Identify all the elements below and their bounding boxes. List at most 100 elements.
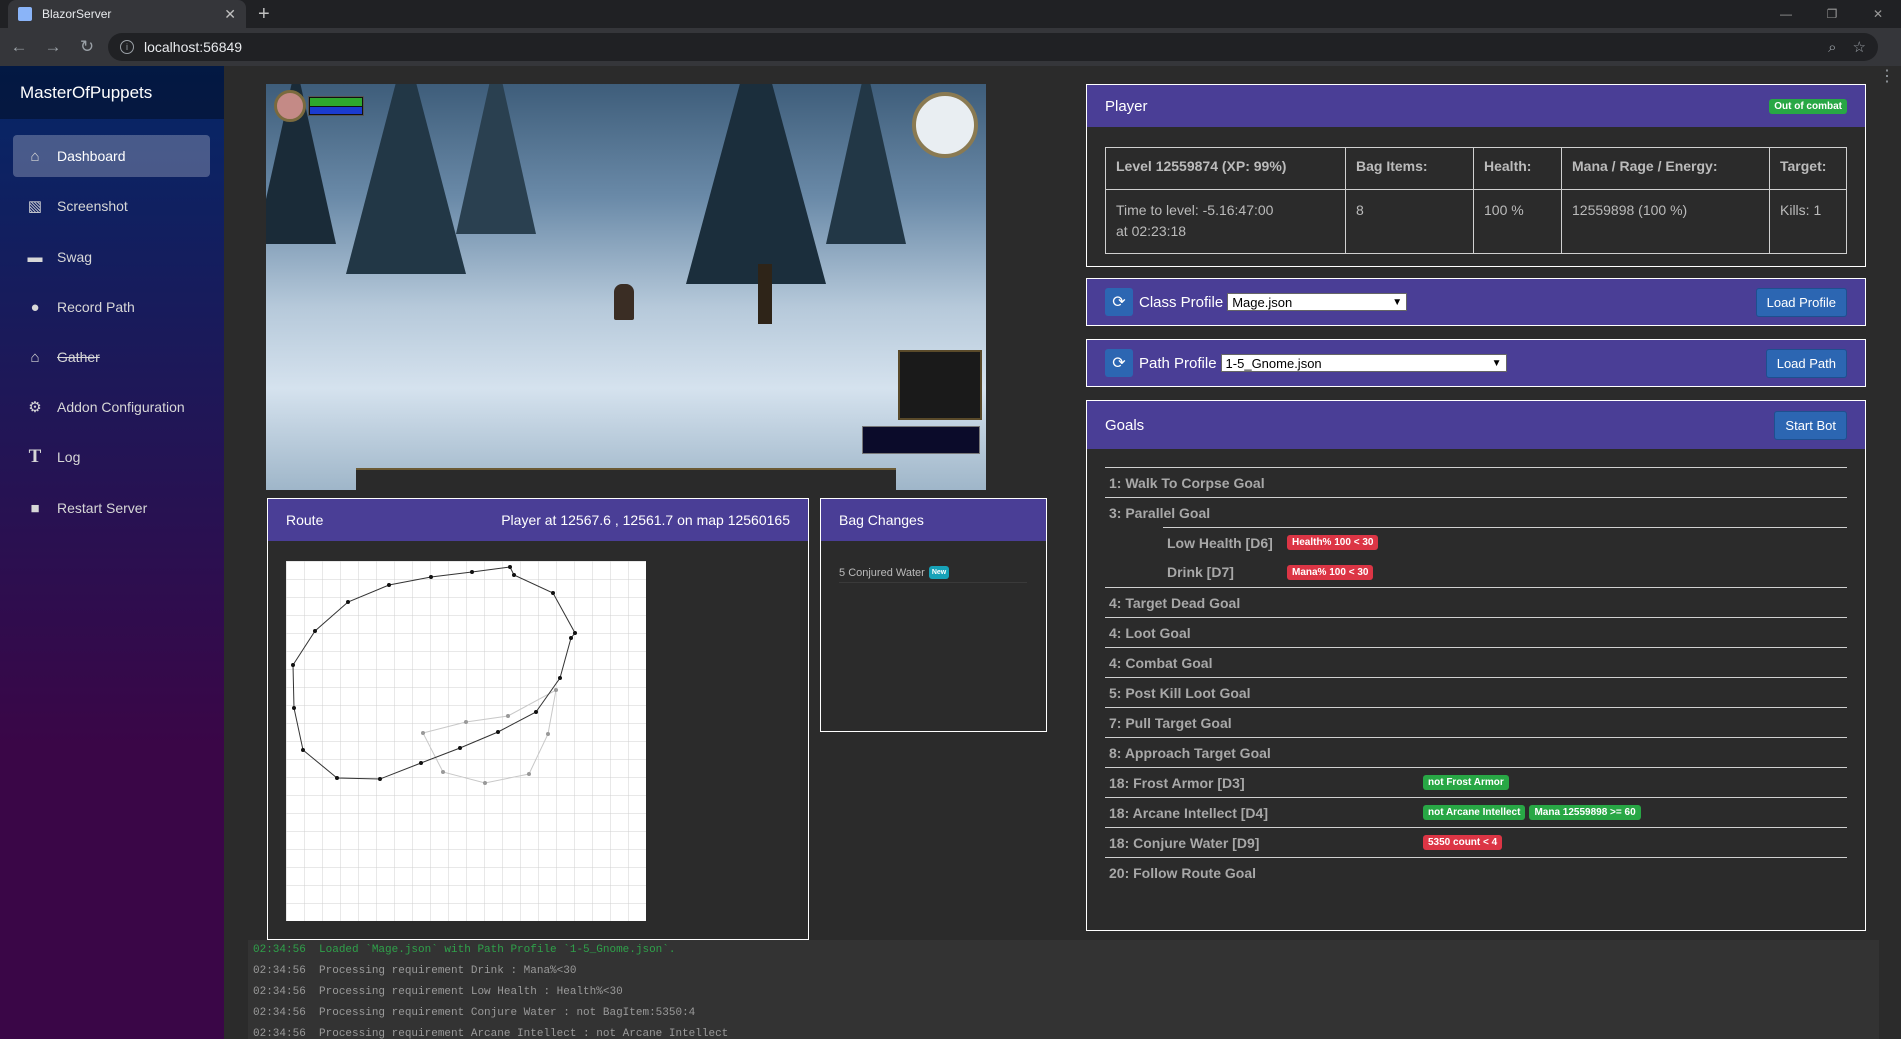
sidebar-item-restart-server[interactable]: ■ Restart Server [13,487,210,529]
bag-changes-panel: Bag Changes 5 Conjured Water New [820,498,1047,732]
class-profile-value: Mage.json [1232,294,1293,310]
bag-change-item: 5 Conjured Water New [839,563,1027,583]
restore-icon[interactable]: ❐ [1809,0,1855,28]
bag-changes-header: Bag Changes [821,499,1046,541]
log-text: Processing requirement Arcane Intellect … [319,1028,729,1039]
browser-tab-strip: BlazorServer ✕ + — ❐ ✕ [0,0,1901,28]
goal-row: 18: Conjure Water [D9] 5350 count < 4 [1105,827,1847,857]
goal-name: 5: Post Kill Loot Goal [1109,684,1251,701]
refresh-class-icon[interactable]: ⟳ [1105,288,1133,316]
mana-header: Mana / Rage / Energy: [1561,147,1770,190]
log-console: 02:34:56 Loaded `Mage.json` with Path Pr… [248,940,1879,1039]
log-text: Processing requirement Low Health : Heal… [319,986,623,998]
sidebar-item-record-path[interactable]: ● Record Path [13,286,210,328]
unit-frame-bars [308,96,364,116]
goal-name: 8: Approach Target Goal [1109,744,1271,761]
item-tooltip [862,426,980,454]
secondary-route-waypoint [527,772,531,776]
sidebar-item-gather[interactable]: ⌂ Gather [13,336,210,378]
parallel-subgoal-row: Drink [D7] Mana% 100 < 30 [1163,557,1847,587]
log-text: Processing requirement Drink : Mana%<30 [319,965,577,977]
address-bar[interactable]: i localhost:56849 ⌕ ☆ [108,33,1878,61]
wallet-icon: ▬ [27,248,43,266]
bag-items-header: Bag Items: [1345,147,1474,190]
path-profile-select[interactable]: 1-5_Gnome.json ▼ [1220,354,1507,372]
browser-menu-icon[interactable]: ⋮ [1879,66,1895,86]
route-path-waypoint [512,573,516,577]
bag-item-count: 5 [839,566,846,579]
new-tab-icon[interactable]: + [258,3,270,26]
sidebar-item-screenshot[interactable]: ▧ Screenshot [13,185,210,227]
route-path-waypoint [470,570,474,574]
zoom-icon[interactable]: ⌕ [1828,39,1836,56]
load-path-button[interactable]: Load Path [1765,348,1847,378]
health-value: 100 % [1473,189,1562,254]
bag-items-value: 8 [1345,189,1474,254]
goal-row: 1: Walk To Corpse Goal [1105,467,1847,497]
log-time: 02:34:56 [253,944,306,956]
close-tab-icon[interactable]: ✕ [224,6,236,23]
goal-name: 3: Parallel Goal [1109,504,1211,521]
log-time: 02:34:56 [253,1007,306,1019]
class-profile-label: Class Profile [1139,293,1224,311]
route-path-waypoint [458,746,462,750]
back-icon[interactable]: ← [4,37,34,57]
chevron-down-icon: ▼ [1392,296,1403,308]
sidebar-item-label: Record Path [57,299,135,315]
tree [826,84,906,244]
log-time: 02:34:56 [253,986,306,998]
new-badge: New [928,566,950,579]
bookmark-star-icon[interactable]: ☆ [1853,38,1866,56]
start-bot-button[interactable]: Start Bot [1774,410,1847,440]
goal-name: 18: Conjure Water [D9] [1109,834,1260,851]
class-profile-header: ⟳ Class Profile Mage.json ▼ Load Profile [1087,279,1865,325]
log-line: 02:34:56 Processing requirement Low Heal… [253,982,1879,1003]
secondary-route-waypoint [546,732,550,736]
sidebar-item-addon-configuration[interactable]: ⚙ Addon Configuration [13,386,210,428]
route-path-waypoint [346,600,350,604]
goal-row: 18: Frost Armor [D3] not Frost Armor [1105,767,1847,797]
player-location: Player at 12567.6 , 12561.7 on map 12560… [501,512,790,528]
sidebar-item-dashboard[interactable]: ⌂ Dashboard [13,135,210,177]
log-time: 02:34:56 [253,965,306,977]
log-line: 02:34:56 Loaded `Mage.json` with Path Pr… [253,940,1879,961]
class-profile-select[interactable]: Mage.json ▼ [1227,293,1408,311]
minimize-icon[interactable]: — [1763,0,1809,28]
forward-icon[interactable]: → [38,37,68,57]
route-panel: Route Player at 12567.6 , 12561.7 on map… [267,498,809,940]
goal-row: 7: Pull Target Goal [1105,707,1847,737]
route-path-waypoint [313,629,317,633]
load-profile-button[interactable]: Load Profile [1755,287,1847,317]
close-window-icon[interactable]: ✕ [1855,0,1901,28]
goal-name: 20: Follow Route Goal [1109,864,1257,881]
target-header: Target: [1769,147,1847,190]
sidebar-item-swag[interactable]: ▬ Swag [13,236,210,278]
site-info-icon[interactable]: i [120,40,134,54]
route-grid [286,561,646,921]
goal-row: 4: Combat Goal [1105,647,1847,677]
app-brand[interactable]: MasterOfPuppets [0,66,224,119]
gear-icon: ⚙ [28,399,42,416]
tab-title: BlazorServer [42,7,112,21]
requirement-badge: 5350 count < 4 [1423,835,1503,850]
tree [346,84,466,274]
minimap [912,92,978,158]
route-path-waypoint [419,761,423,765]
route-map [286,561,646,921]
bag-changes-title: Bag Changes [839,512,924,528]
reload-icon[interactable]: ↻ [72,37,102,57]
requirement-badge: not Arcane Intellect [1423,805,1526,820]
browser-tab[interactable]: BlazorServer ✕ [8,0,246,28]
url-text: localhost:56849 [144,39,243,55]
goal-name: 4: Target Dead Goal [1109,594,1241,611]
log-text: Processing requirement Conjure Water : n… [319,1007,696,1019]
log-time: 02:34:56 [253,1028,306,1039]
route-path-waypoint [291,663,295,667]
parallel-subgoal-row: Low Health [D6] Health% 100 < 30 [1163,527,1847,557]
sidebar-item-log[interactable]: T Log [13,436,210,478]
route-path-waypoint [387,583,391,587]
goal-name: 7: Pull Target Goal [1109,714,1232,731]
refresh-path-icon[interactable]: ⟳ [1105,349,1133,377]
player-panel: Player Out of combat Level 12559874 (XP:… [1086,84,1866,267]
text-icon: T [28,446,42,467]
